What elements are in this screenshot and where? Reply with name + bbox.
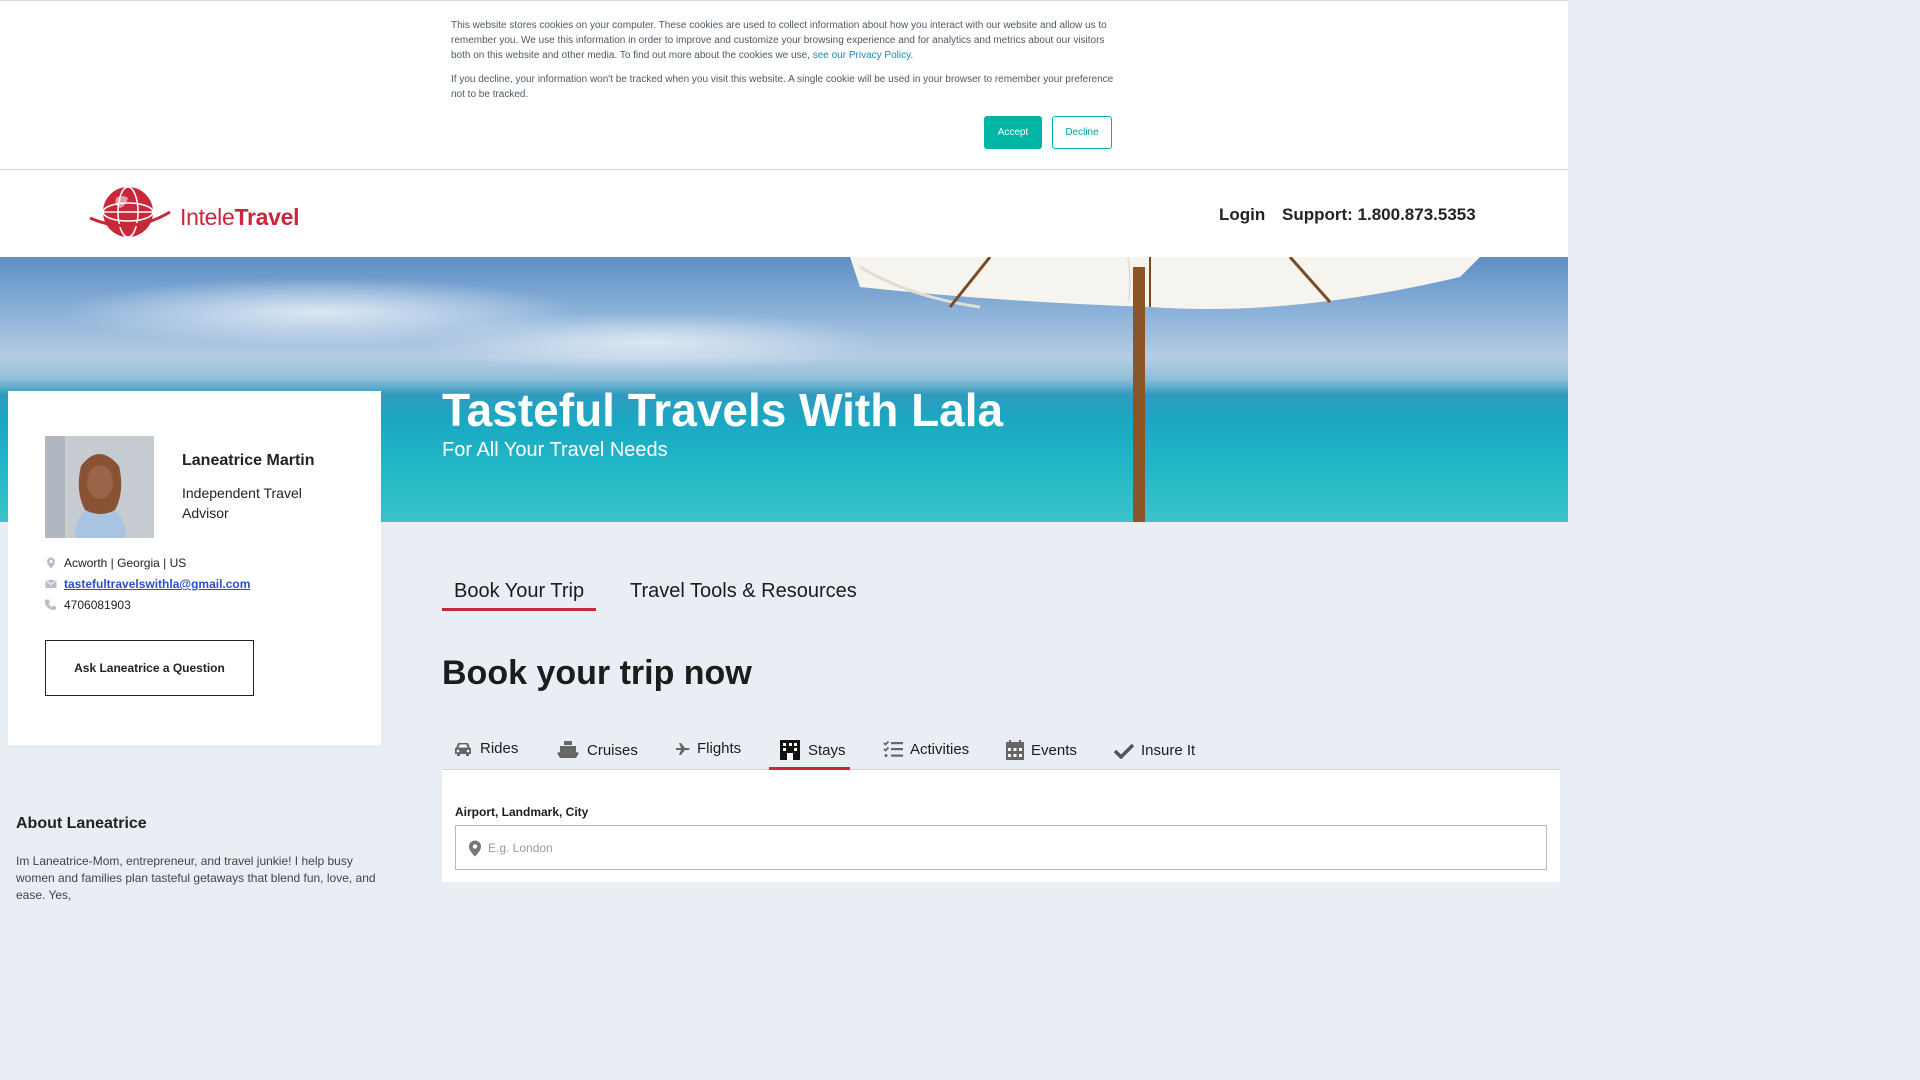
email-row: tastefultravelswithla@gmail.com bbox=[45, 577, 250, 591]
car-icon bbox=[455, 742, 471, 756]
privacy-policy-link[interactable]: see our Privacy Policy bbox=[813, 50, 911, 61]
hero-title: Tasteful Travels With Lala bbox=[442, 384, 1004, 436]
login-link[interactable]: Login bbox=[1219, 205, 1265, 225]
email-link[interactable]: tastefultravelswithla@gmail.com bbox=[64, 577, 250, 591]
stays-search-form: Airport, Landmark, City bbox=[442, 770, 1560, 882]
tab-rides[interactable]: Rides bbox=[453, 740, 518, 757]
cookie-text: This website stores cookies on your comp… bbox=[451, 18, 1121, 102]
tab-events[interactable]: Events bbox=[1006, 740, 1077, 760]
phone-text: 4706081903 bbox=[64, 598, 131, 612]
destination-field[interactable] bbox=[455, 825, 1547, 870]
tab-flights[interactable]: Flights bbox=[676, 740, 741, 757]
site-header: InteleTravel Login Support: 1.800.873.53… bbox=[0, 170, 1568, 257]
advisor-name: Laneatrice Martin bbox=[182, 452, 315, 469]
hero-subtitle: For All Your Travel Needs bbox=[442, 439, 668, 461]
calendar-icon bbox=[1006, 740, 1024, 760]
ask-question-button[interactable]: Ask Laneatrice a Question bbox=[45, 640, 254, 696]
avatar bbox=[45, 436, 154, 538]
cookie-text-decline-info: If you decline, your information won't b… bbox=[451, 74, 1114, 100]
booking-heading: Book your trip now bbox=[442, 654, 752, 692]
accept-button[interactable]: Accept bbox=[984, 116, 1042, 149]
location-row: Acworth | Georgia | US bbox=[45, 556, 186, 570]
destination-input[interactable] bbox=[488, 836, 1528, 860]
cookie-banner: This website stores cookies on your comp… bbox=[0, 0, 1568, 170]
tab-book-your-trip[interactable]: Book Your Trip bbox=[441, 580, 597, 611]
location-text: Acworth | Georgia | US bbox=[64, 556, 187, 570]
advisor-title: Independent Travel Advisor bbox=[182, 485, 302, 521]
cookie-text-main: This website stores cookies on your comp… bbox=[451, 20, 1107, 61]
about-heading: About Laneatrice bbox=[16, 815, 147, 832]
globe-logo-icon bbox=[89, 186, 171, 238]
tab-cruises[interactable]: Cruises bbox=[556, 740, 638, 760]
list-check-icon bbox=[883, 740, 903, 757]
ship-icon bbox=[557, 741, 579, 758]
decline-button[interactable]: Decline bbox=[1052, 116, 1112, 149]
logo[interactable]: InteleTravel bbox=[88, 182, 328, 242]
destination-label: Airport, Landmark, City bbox=[455, 805, 589, 819]
logo-wordmark: InteleTravel bbox=[180, 204, 300, 230]
profile-card: Laneatrice Martin Independent Travel Adv… bbox=[8, 391, 381, 745]
tab-insure-it[interactable]: Insure It bbox=[1114, 742, 1195, 759]
service-tabs: Rides Cruises Flights Stays Activities E… bbox=[442, 730, 1560, 770]
support-phone-link[interactable]: Support: 1.800.873.5353 bbox=[1282, 205, 1476, 225]
envelope-icon bbox=[45, 579, 57, 588]
phone-icon bbox=[45, 599, 56, 610]
about-text: Im Laneatrice-Mom, entrepreneur, and tra… bbox=[16, 854, 376, 902]
map-pin-icon bbox=[469, 840, 481, 857]
checkmark-icon bbox=[1114, 743, 1134, 759]
phone-row: 4706081903 bbox=[45, 598, 131, 612]
hotel-icon bbox=[780, 740, 800, 760]
tab-activities[interactable]: Activities bbox=[883, 740, 969, 758]
tab-travel-tools[interactable]: Travel Tools & Resources bbox=[630, 580, 857, 603]
plane-icon bbox=[676, 742, 690, 755]
advisor-photo bbox=[45, 436, 154, 538]
location-pin-icon bbox=[47, 557, 55, 569]
tab-stays[interactable]: Stays bbox=[769, 740, 850, 770]
